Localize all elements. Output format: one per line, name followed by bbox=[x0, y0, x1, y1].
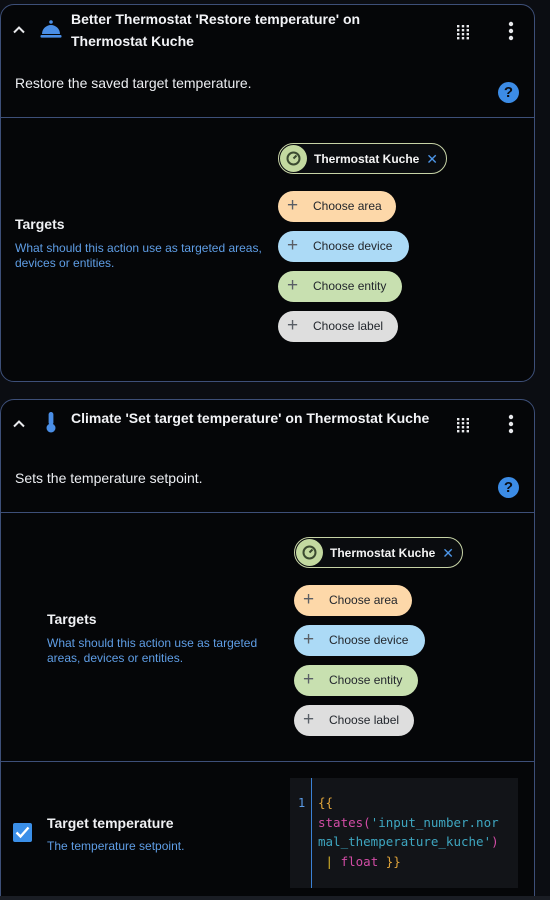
targets-description: What should this action use as targeted … bbox=[15, 241, 262, 270]
choose-entity-button[interactable]: + Choose entity bbox=[294, 665, 418, 696]
choose-label-button[interactable]: + Choose label bbox=[278, 311, 398, 342]
selected-entity-chip[interactable]: Thermostat Kuche ✕ bbox=[294, 537, 463, 568]
code-token: | bbox=[325, 853, 334, 869]
code-token: float bbox=[340, 853, 379, 869]
target-temperature-label: Target temperature bbox=[47, 815, 174, 831]
help-circle-icon[interactable]: ? bbox=[498, 477, 519, 498]
choose-device-button[interactable]: + Choose device bbox=[294, 625, 425, 656]
help-circle-icon[interactable]: ? bbox=[498, 82, 519, 103]
thermostat-icon bbox=[280, 145, 307, 172]
close-icon[interactable]: ✕ bbox=[426, 152, 438, 166]
choose-device-label: Choose device bbox=[329, 633, 409, 647]
choose-area-label: Choose area bbox=[313, 199, 382, 213]
choose-label-label: Choose label bbox=[329, 713, 400, 727]
plus-icon: + bbox=[287, 195, 299, 216]
bell-service-icon bbox=[40, 20, 62, 38]
divider bbox=[1, 117, 534, 118]
divider bbox=[1, 512, 534, 513]
code-token: ) bbox=[491, 834, 499, 849]
choose-entity-label: Choose entity bbox=[329, 673, 403, 687]
chevron-up-icon[interactable] bbox=[11, 416, 27, 432]
check-icon bbox=[15, 826, 30, 839]
action-description: Restore the saved target temperature. bbox=[15, 75, 252, 91]
targets-label: Targets bbox=[15, 216, 65, 232]
choose-entity-button[interactable]: + Choose entity bbox=[278, 271, 402, 302]
divider bbox=[1, 761, 534, 762]
template-code-editor[interactable]: 1 {{ states('input_number.nor mal_thempe… bbox=[290, 778, 518, 888]
drag-handle-icon[interactable] bbox=[456, 416, 470, 434]
chevron-up-icon[interactable] bbox=[11, 22, 27, 38]
card-header[interactable]: Climate 'Set target temperature' on Ther… bbox=[1, 400, 534, 450]
code-token: }} bbox=[385, 853, 401, 869]
action-description: Sets the temperature setpoint. bbox=[15, 470, 203, 486]
choose-device-button[interactable]: + Choose device bbox=[278, 231, 409, 262]
thermostat-icon bbox=[296, 539, 323, 566]
choose-label-label: Choose label bbox=[313, 319, 384, 333]
code-content[interactable]: {{ states('input_number.nor mal_thempera… bbox=[318, 793, 518, 871]
dots-vertical-icon[interactable] bbox=[507, 20, 515, 42]
targets-description: What should this action use as targeted … bbox=[47, 636, 258, 665]
line-number: 1 bbox=[298, 796, 306, 810]
entity-chip-label: Thermostat Kuche bbox=[330, 546, 436, 560]
target-temperature-checkbox[interactable] bbox=[13, 823, 32, 842]
choose-area-label: Choose area bbox=[329, 593, 398, 607]
choose-entity-label: Choose entity bbox=[313, 279, 387, 293]
line-gutter: 1 bbox=[290, 778, 312, 888]
card-title: Climate 'Set target temperature' on Ther… bbox=[71, 410, 430, 426]
targets-label: Targets bbox=[47, 611, 97, 627]
scroll-edge bbox=[0, 896, 550, 900]
choose-area-button[interactable]: + Choose area bbox=[294, 585, 412, 616]
action-card-restore-temperature: Better Thermostat 'Restore temperature' … bbox=[0, 4, 535, 382]
dots-vertical-icon[interactable] bbox=[507, 413, 515, 435]
code-token: {{ bbox=[318, 795, 334, 810]
entity-chip-label: Thermostat Kuche bbox=[314, 152, 420, 166]
code-token: states( bbox=[318, 814, 371, 830]
selected-entity-chip[interactable]: Thermostat Kuche ✕ bbox=[278, 143, 447, 174]
plus-icon: + bbox=[287, 315, 299, 336]
code-token: mal_themperature_kuche' bbox=[318, 834, 492, 849]
choose-area-button[interactable]: + Choose area bbox=[278, 191, 396, 222]
plus-icon: + bbox=[303, 669, 315, 690]
card-title: Better Thermostat 'Restore temperature' … bbox=[71, 11, 361, 49]
choose-label-button[interactable]: + Choose label bbox=[294, 705, 414, 736]
choose-device-label: Choose device bbox=[313, 239, 393, 253]
drag-handle-icon[interactable] bbox=[456, 23, 470, 41]
plus-icon: + bbox=[303, 629, 315, 650]
plus-icon: + bbox=[287, 235, 299, 256]
close-icon[interactable]: ✕ bbox=[442, 546, 454, 560]
card-header[interactable]: Better Thermostat 'Restore temperature' … bbox=[1, 5, 534, 55]
plus-icon: + bbox=[287, 275, 299, 296]
plus-icon: + bbox=[303, 589, 315, 610]
code-token: 'input_number.nor bbox=[370, 814, 499, 830]
target-temperature-description: The temperature setpoint. bbox=[47, 839, 185, 853]
thermometer-icon bbox=[46, 412, 56, 433]
plus-icon: + bbox=[303, 709, 315, 730]
